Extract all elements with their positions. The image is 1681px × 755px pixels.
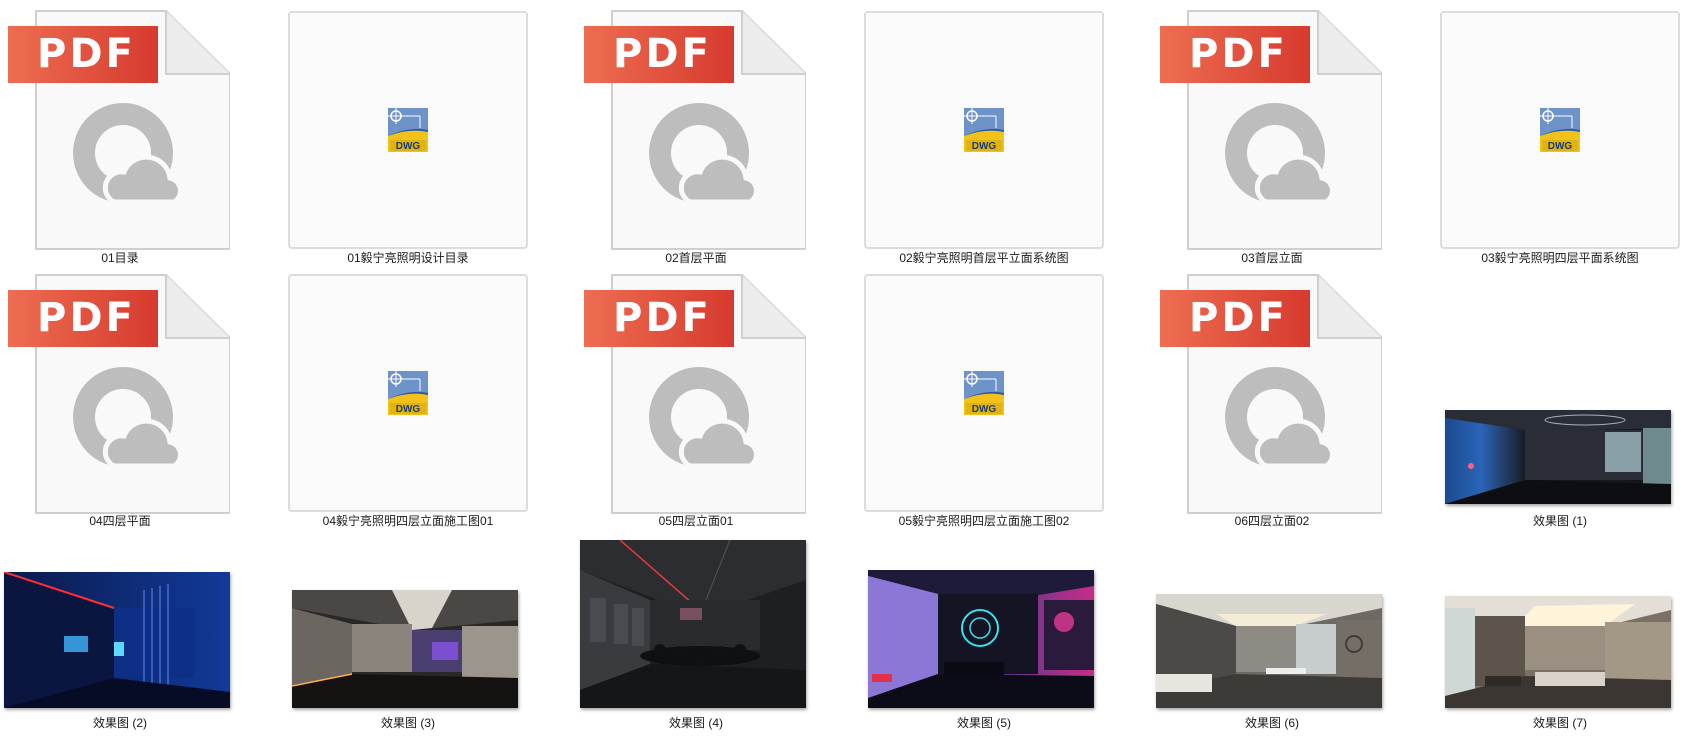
pdf-badge: PDF [1160,26,1310,83]
pdf-file-icon: PDF [8,274,230,514]
render-thumbnail [4,572,230,708]
file-name: 效果图 (3) [380,716,435,730]
file-item[interactable]: DWG 03毅宁亮照明四层平面系统图 [1420,0,1680,265]
file-name: 05毅宁亮照明四层立面施工图02 [898,514,1070,528]
file-item[interactable]: PDF 03首层立面 [1152,0,1382,265]
dwg-file-card: DWG [288,274,528,512]
render-thumbnail [868,570,1094,708]
dwg-file-card: DWG [288,11,528,249]
render-thumbnail [580,540,806,708]
file-item[interactable]: 效果图 (2) [0,532,240,742]
file-item[interactable]: PDF 05四层立面01 [576,262,806,532]
file-item[interactable]: PDF 01目录 [0,0,230,265]
file-name: 04四层平面 [89,514,151,528]
file-name: 05四层立面01 [658,514,734,528]
dwg-file-card: DWG [864,11,1104,249]
file-item[interactable]: 效果图 (3) [268,532,548,742]
svg-text:DWG: DWG [396,141,421,152]
file-item[interactable]: PDF 06四层立面02 [1152,262,1382,532]
render-thumbnail [1156,594,1382,708]
file-name: 效果图 (7) [1532,716,1587,730]
file-item[interactable]: DWG 05毅宁亮照明四层立面施工图02 [844,262,1104,532]
svg-text:DWG: DWG [972,404,997,415]
render-thumbnail [1445,596,1671,708]
file-item[interactable]: 效果图 (7) [1420,532,1680,742]
dwg-icon: DWG [962,369,1006,417]
pdf-file-icon: PDF [1160,274,1382,514]
file-item[interactable]: DWG 01毅宁亮照明设计目录 [268,0,528,265]
file-item[interactable]: 效果图 (6) [1152,532,1392,742]
file-name: 效果图 (6) [1244,716,1299,730]
pdf-badge: PDF [1160,290,1310,347]
pdf-file-icon: PDF [1160,10,1382,250]
file-name: 效果图 (1) [1532,514,1587,528]
file-item[interactable]: 效果图 (1) [1420,262,1680,532]
svg-text:DWG: DWG [1548,141,1573,152]
pdf-file-icon: PDF [584,10,806,250]
file-item[interactable]: 效果图 (4) [576,532,816,742]
pdf-file-icon: PDF [584,274,806,514]
svg-text:DWG: DWG [972,141,997,152]
pdf-file-icon: PDF [8,10,230,250]
file-name: 效果图 (5) [956,716,1011,730]
file-name: 04毅宁亮照明四层立面施工图01 [322,514,494,528]
pdf-badge: PDF [584,26,734,83]
dwg-icon: DWG [1538,106,1582,154]
file-name: 06四层立面02 [1234,514,1310,528]
file-item[interactable]: 效果图 (5) [844,532,1124,742]
dwg-icon: DWG [962,106,1006,154]
svg-text:DWG: DWG [396,404,421,415]
pdf-badge: PDF [8,290,158,347]
dwg-icon: DWG [386,106,430,154]
dwg-file-card: DWG [1440,11,1680,249]
file-name: 效果图 (2) [92,716,147,730]
render-thumbnail [292,590,518,708]
pdf-badge: PDF [584,290,734,347]
file-item[interactable]: PDF 02首层平面 [576,0,806,265]
dwg-icon: DWG [386,369,430,417]
file-item[interactable]: DWG 02毅宁亮照明首层平立面系统图 [844,0,1104,265]
file-name: 效果图 (4) [668,716,723,730]
file-item[interactable]: DWG 04毅宁亮照明四层立面施工图01 [268,262,528,532]
dwg-file-card: DWG [864,274,1104,512]
file-item[interactable]: PDF 04四层平面 [0,262,230,532]
pdf-badge: PDF [8,26,158,83]
render-thumbnail [1445,410,1671,504]
